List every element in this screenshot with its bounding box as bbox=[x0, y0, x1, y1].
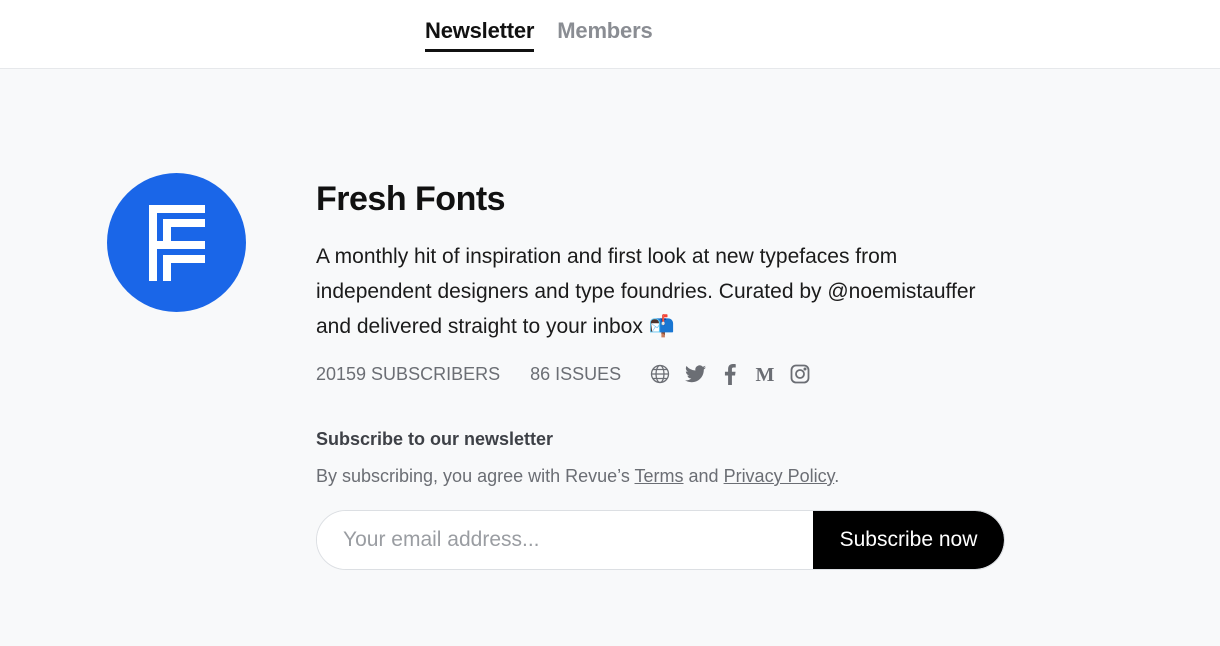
facebook-icon[interactable] bbox=[719, 363, 741, 385]
instagram-icon[interactable] bbox=[789, 363, 811, 385]
social-links: M bbox=[649, 363, 811, 385]
subscriber-count: 20159 SUBSCRIBERS bbox=[316, 363, 501, 384]
subscribe-button[interactable]: Subscribe now bbox=[813, 511, 1004, 569]
newsletter-logo bbox=[107, 173, 246, 312]
subscribe-form: Subscribe now bbox=[316, 510, 1005, 570]
top-navigation: Newsletter Members bbox=[0, 0, 1220, 69]
medium-icon[interactable]: M bbox=[754, 363, 776, 385]
newsletter-description: A monthly hit of inspiration and first l… bbox=[316, 245, 976, 338]
svg-text:M: M bbox=[756, 365, 775, 383]
nav-tabs: Newsletter Members bbox=[425, 18, 653, 52]
newsletter-stats: 20159 SUBSCRIBERS 86 ISSUES M bbox=[316, 363, 1016, 385]
tab-members[interactable]: Members bbox=[557, 18, 652, 52]
subscribe-heading: Subscribe to our newsletter bbox=[316, 429, 554, 449]
globe-icon[interactable] bbox=[649, 363, 671, 385]
terms-prefix: By subscribing, you agree with Revue’s bbox=[316, 466, 635, 486]
terms-link[interactable]: Terms bbox=[635, 466, 684, 486]
email-input[interactable] bbox=[317, 511, 813, 569]
privacy-policy-link[interactable]: Privacy Policy bbox=[724, 466, 835, 486]
terms-notice: By subscribing, you agree with Revue’s T… bbox=[316, 466, 1016, 487]
terms-suffix: . bbox=[834, 466, 840, 486]
tab-newsletter[interactable]: Newsletter bbox=[425, 18, 534, 52]
newsletter-title: Fresh Fonts bbox=[316, 180, 506, 218]
terms-and: and bbox=[683, 466, 724, 486]
issue-count: 86 ISSUES bbox=[530, 363, 622, 384]
twitter-icon[interactable] bbox=[684, 363, 706, 385]
fresh-fonts-logo-icon bbox=[148, 204, 205, 281]
newsletter-info: Fresh Fonts A monthly hit of inspiration… bbox=[316, 180, 1016, 570]
